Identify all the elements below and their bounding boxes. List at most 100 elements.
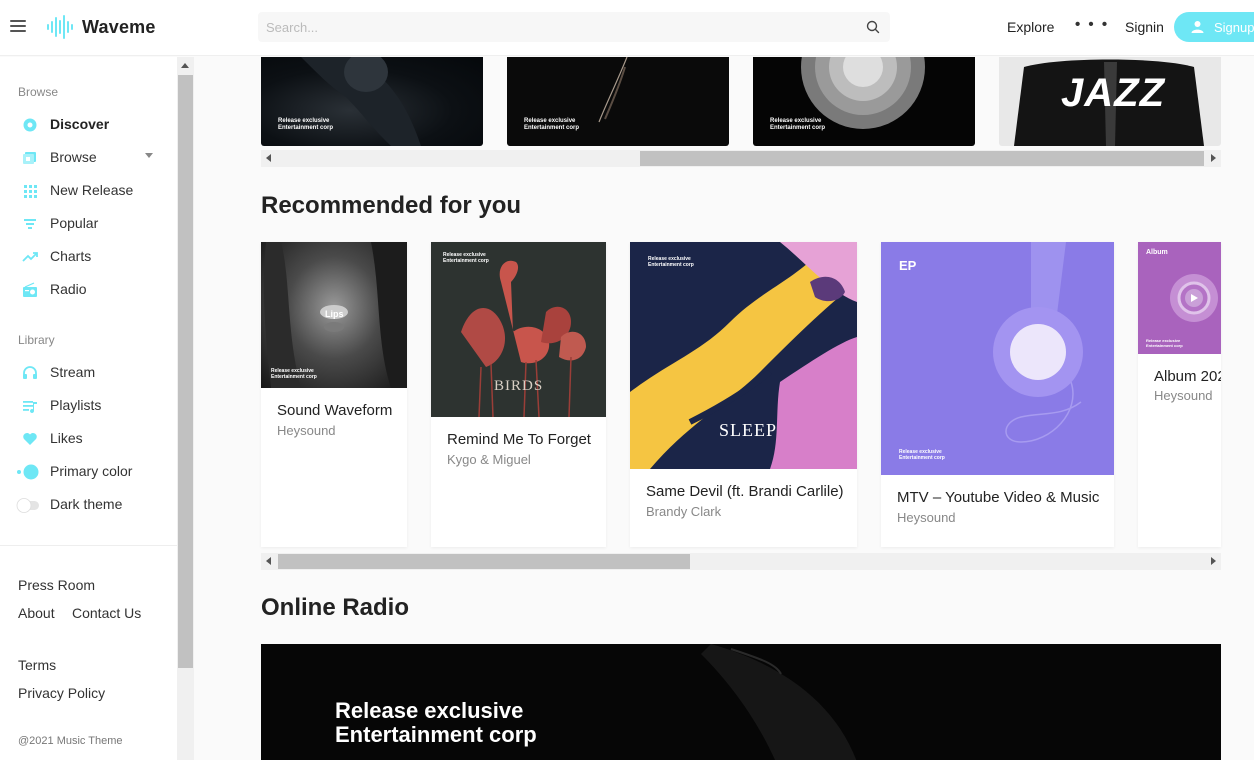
horizontal-scrollbar[interactable] [261, 150, 1221, 167]
signup-button[interactable]: Signup [1174, 12, 1254, 42]
sidebar-item-radio[interactable]: Radio [0, 277, 177, 303]
scroll-left-arrow-icon[interactable] [266, 154, 271, 162]
sidebar: Browse Discover Browse New Release Popul… [0, 57, 177, 760]
privacy-policy-link[interactable]: Privacy Policy [18, 685, 105, 701]
app-name[interactable]: Waveme [82, 17, 156, 38]
sidebar-item-label: Radio [50, 281, 87, 297]
recommended-card[interactable]: Album Release exclusive Entertainment cor… [1138, 242, 1221, 547]
top-header: Waveme Explore • • • Signin Signup [0, 0, 1254, 56]
album-card[interactable]: JAZZ [999, 57, 1221, 146]
album-art-text: BIRDS [494, 378, 544, 394]
album-card[interactable]: Release exclusive Entertainment corp [507, 57, 729, 146]
release-label: Release exclusive Entertainment corp [648, 256, 694, 268]
recommended-card[interactable]: EP Release exclusive Entertainment corp M… [881, 242, 1114, 547]
chevron-down-icon[interactable] [145, 153, 153, 158]
release-label: Release exclusive Entertainment corp [271, 368, 317, 380]
main-content: Release exclusive Entertainment corp Rele… [194, 57, 1254, 760]
sidebar-item-charts[interactable]: Charts [0, 244, 177, 270]
disc-icon [23, 118, 37, 132]
recommended-card[interactable]: SLEEP Release exclusive Entertainment cor… [630, 242, 857, 547]
radio-banner-text: Release exclusive Entertainment corp [335, 698, 537, 747]
release-label: Release exclusive Entertainment corp [524, 118, 580, 131]
recommended-card[interactable]: Lips Release exclusive Entertainment corp… [261, 242, 407, 547]
release-label: Release exclusive Entertainment corp [278, 118, 334, 131]
release-label: Release exclusive Entertainment corp [443, 252, 489, 264]
album-art: Album Release exclusive Entertainment cor… [1138, 242, 1221, 354]
nav-explore-link[interactable]: Explore [1007, 19, 1054, 35]
scrollbar-thumb[interactable] [640, 151, 1204, 166]
browse-icon [23, 152, 36, 164]
toggle-icon[interactable] [16, 497, 42, 513]
sidebar-item-popular[interactable]: Popular [0, 211, 177, 237]
sidebar-item-label: Discover [50, 116, 110, 132]
album-art: EP Release exclusive Entertainment corp [881, 242, 1114, 475]
sort-icon [24, 219, 36, 229]
sidebar-item-label: Likes [50, 430, 83, 446]
scroll-up-arrow-icon[interactable] [181, 63, 189, 68]
track-title[interactable]: Remind Me To Forget [447, 431, 591, 448]
album-art [598, 57, 628, 123]
sidebar-item-discover[interactable]: Discover [0, 112, 177, 138]
sidebar-item-likes[interactable]: Likes [0, 426, 177, 452]
artist-name[interactable]: Brandy Clark [646, 504, 721, 519]
color-dot-icon[interactable] [16, 464, 40, 480]
horizontal-scrollbar[interactable] [261, 553, 1221, 570]
sidebar-item-primary-color[interactable]: Primary color [0, 459, 177, 485]
album-art-text: JAZZ [1061, 71, 1165, 115]
heart-icon [23, 433, 37, 445]
album-art-text: EP [899, 258, 917, 273]
album-art: BIRDS Release exclusive Entertainment cor… [431, 242, 606, 417]
artist-name[interactable]: Kygo & Miguel [447, 452, 531, 467]
waveform-logo-icon[interactable] [46, 15, 74, 39]
release-label: Release exclusive Entertainment corp [1146, 338, 1183, 348]
sidebar-item-playlists[interactable]: Playlists [0, 393, 177, 419]
search-input[interactable] [266, 12, 846, 42]
recommended-card[interactable]: BIRDS Release exclusive Entertainment cor… [431, 242, 606, 547]
artist-name[interactable]: Heysound [1154, 388, 1213, 403]
scroll-right-arrow-icon[interactable] [1211, 154, 1216, 162]
press-room-link[interactable]: Press Room [18, 577, 95, 593]
radio-icon [23, 282, 37, 297]
playlist-icon [23, 401, 37, 414]
track-title[interactable]: Same Devil (ft. Brandi Carlile) [646, 483, 844, 500]
search-icon[interactable] [866, 20, 880, 34]
sidebar-divider [0, 545, 177, 546]
radio-banner[interactable]: Release exclusive Entertainment corp [261, 644, 1221, 760]
track-title[interactable]: Album 2021 [1154, 368, 1221, 385]
scroll-left-arrow-icon[interactable] [266, 557, 271, 565]
sidebar-heading-library: Library [18, 333, 55, 347]
sidebar-item-label: Charts [50, 248, 92, 264]
album-card[interactable]: Release exclusive Entertainment corp [261, 57, 483, 146]
copyright-text: @2021 Music Theme [18, 735, 123, 747]
release-label: Release exclusive Entertainment corp [899, 449, 945, 461]
sidebar-item-label: Browse [50, 149, 97, 165]
album-art: SLEEP Release exclusive Entertainment cor… [630, 242, 857, 469]
contact-us-link[interactable]: Contact Us [72, 605, 141, 621]
about-link[interactable]: About [18, 605, 55, 621]
track-title[interactable]: Sound Waveform [277, 402, 392, 419]
sidebar-heading-browse: Browse [18, 85, 59, 99]
artist-name[interactable]: Heysound [277, 423, 336, 438]
track-title[interactable]: MTV – Youtube Video & Music [897, 489, 1099, 506]
release-label: Release exclusive Entertainment corp [770, 118, 826, 131]
trending-icon [22, 252, 38, 262]
grid-icon [24, 185, 37, 198]
sidebar-item-browse[interactable]: Browse [0, 145, 177, 171]
user-icon [1191, 21, 1204, 33]
sidebar-item-label: Stream [50, 364, 96, 380]
artist-name[interactable]: Heysound [897, 510, 956, 525]
album-card[interactable]: Release exclusive Entertainment corp [753, 57, 975, 146]
album-art-text: Lips [325, 309, 344, 319]
terms-link[interactable]: Terms [18, 657, 56, 673]
menu-icon[interactable] [10, 20, 26, 32]
scrollbar-thumb[interactable] [278, 554, 690, 569]
sidebar-item-stream[interactable]: Stream [0, 360, 177, 386]
sidebar-item-dark-theme[interactable]: Dark theme [0, 492, 177, 518]
sidebar-item-new-release[interactable]: New Release [0, 178, 177, 204]
sidebar-item-label: New Release [50, 182, 134, 198]
signin-link[interactable]: Signin [1125, 19, 1164, 35]
more-options-icon[interactable]: • • • [1075, 16, 1109, 33]
scrollbar-thumb[interactable] [178, 75, 193, 668]
scroll-right-arrow-icon[interactable] [1211, 557, 1216, 565]
sidebar-scrollbar[interactable] [177, 57, 194, 760]
